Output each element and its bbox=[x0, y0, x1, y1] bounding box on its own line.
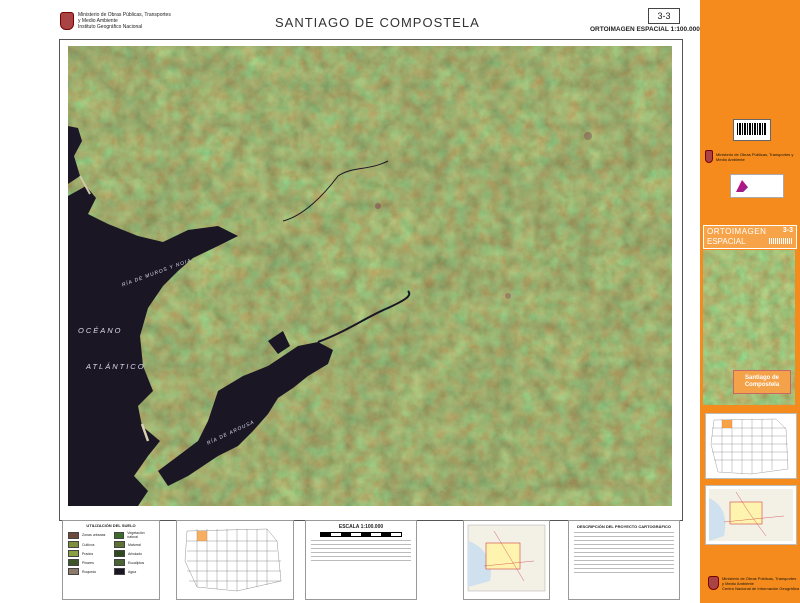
orthoimage[interactable] bbox=[68, 46, 672, 506]
ortho-tag-number: 3-3 bbox=[782, 227, 793, 234]
legend-label: Roquedo bbox=[82, 569, 97, 574]
sidebar-ministry: Ministerio de Obras Públicas, Transporte… bbox=[705, 150, 797, 163]
legend-swatch bbox=[68, 541, 79, 548]
cover-title-line-2: Compostela bbox=[744, 382, 780, 388]
coat-of-arms-icon bbox=[708, 576, 719, 590]
coat-of-arms-icon bbox=[60, 12, 74, 30]
scale-panel: ESCALA 1:100.000 bbox=[305, 520, 417, 600]
sheet-index-map bbox=[184, 528, 282, 592]
legend-grid: Zonas urbanas Vegetación natural Cultivos M… bbox=[63, 528, 159, 578]
scale-bar bbox=[320, 532, 402, 537]
index-panel bbox=[176, 520, 294, 600]
cover-title-line-1: Santiago de bbox=[744, 375, 779, 381]
legend-item: Prados bbox=[68, 550, 108, 557]
legend-label: Prados bbox=[82, 551, 94, 556]
cnig-logo-icon bbox=[736, 180, 748, 192]
legend-item: Roquedo bbox=[68, 568, 108, 575]
satellite-image bbox=[68, 46, 672, 506]
legend-item: Agua bbox=[114, 568, 154, 575]
ministry-header: Ministerio de Obras Públicas, Transporte… bbox=[60, 12, 171, 30]
map-sheet: Ministerio de Obras Públicas, Transporte… bbox=[0, 0, 700, 603]
legend-swatch bbox=[114, 531, 125, 539]
sidebar-location-map bbox=[705, 485, 797, 545]
location-panel bbox=[463, 520, 550, 600]
legend-swatch bbox=[114, 550, 125, 557]
legend-item: Zonas urbanas bbox=[68, 531, 108, 539]
legend-label: Agua bbox=[128, 569, 137, 574]
legend-item: Arbolado bbox=[114, 550, 154, 557]
legend-label: Eucaliptos bbox=[128, 560, 145, 565]
sheet-number: 3-3 bbox=[648, 8, 680, 24]
bottom-ministry-line-3: Centro Nacional de Información Geográfic… bbox=[722, 586, 799, 591]
legend-swatch bbox=[114, 559, 125, 566]
legend-swatch bbox=[114, 568, 125, 575]
legend-panel: UTILIZACIÓN DEL SUELO Zonas urbanas Veget… bbox=[62, 520, 160, 600]
ortho-tag-label-1: ORTOIMAGEN bbox=[707, 227, 767, 236]
cover-title: Santiago de Compostela bbox=[733, 370, 791, 394]
legend-label: Vegetación natural bbox=[127, 531, 145, 539]
mini-barcode bbox=[769, 238, 793, 244]
ocean-label-2: ATLÁNTICO bbox=[86, 362, 146, 371]
legend-item: Cultivos bbox=[68, 541, 108, 548]
legend-swatch bbox=[68, 531, 79, 539]
legend-label: Arbolado bbox=[128, 551, 143, 556]
description-title: DESCRIPCIÓN DEL PROYECTO CARTOGRÁFICO bbox=[576, 524, 671, 529]
legend-swatch bbox=[68, 550, 79, 557]
ortho-tag: ORTOIMAGEN ESPACIAL 3-3 bbox=[703, 225, 797, 249]
ortho-tag-label-2: ESPACIAL bbox=[707, 237, 746, 246]
barcode bbox=[733, 119, 771, 141]
legend-label: Cultivos bbox=[82, 542, 95, 547]
ocean-label-1: OCÉANO bbox=[78, 326, 123, 335]
legend-item: Eucaliptos bbox=[114, 559, 154, 566]
map-subtitle: ORTOIMAGEN ESPACIAL 1:100.000 bbox=[590, 26, 700, 33]
legend-swatch bbox=[114, 541, 125, 548]
location-map bbox=[467, 524, 546, 592]
legend-label: Matorral bbox=[128, 542, 141, 547]
legend-label: Pinares bbox=[82, 560, 94, 565]
sidebar-index-map bbox=[705, 413, 797, 479]
sidebar-bottom-ministry: Ministerio de Obras Públicas, Transporte… bbox=[708, 576, 799, 591]
sidebar-ministry-text: Ministerio de Obras Públicas, Transporte… bbox=[716, 151, 794, 162]
scale-title: ESCALA 1:100.000 bbox=[338, 524, 384, 530]
legend-swatch bbox=[68, 559, 79, 566]
legend-label: Zonas urbanas bbox=[82, 533, 106, 537]
cnig-logo-box bbox=[730, 174, 784, 198]
legend-item: Vegetación natural bbox=[114, 531, 154, 539]
coat-of-arms-icon bbox=[705, 150, 714, 163]
description-panel: DESCRIPCIÓN DEL PROYECTO CARTOGRÁFICO bbox=[568, 520, 680, 600]
map-title: SANTIAGO DE COMPOSTELA bbox=[275, 15, 480, 30]
legend-swatch bbox=[68, 568, 79, 575]
legend-item: Matorral bbox=[114, 541, 154, 548]
legend-item: Pinares bbox=[68, 559, 108, 566]
ministry-line-3: Instituto Geográfico Nacional bbox=[78, 24, 143, 30]
